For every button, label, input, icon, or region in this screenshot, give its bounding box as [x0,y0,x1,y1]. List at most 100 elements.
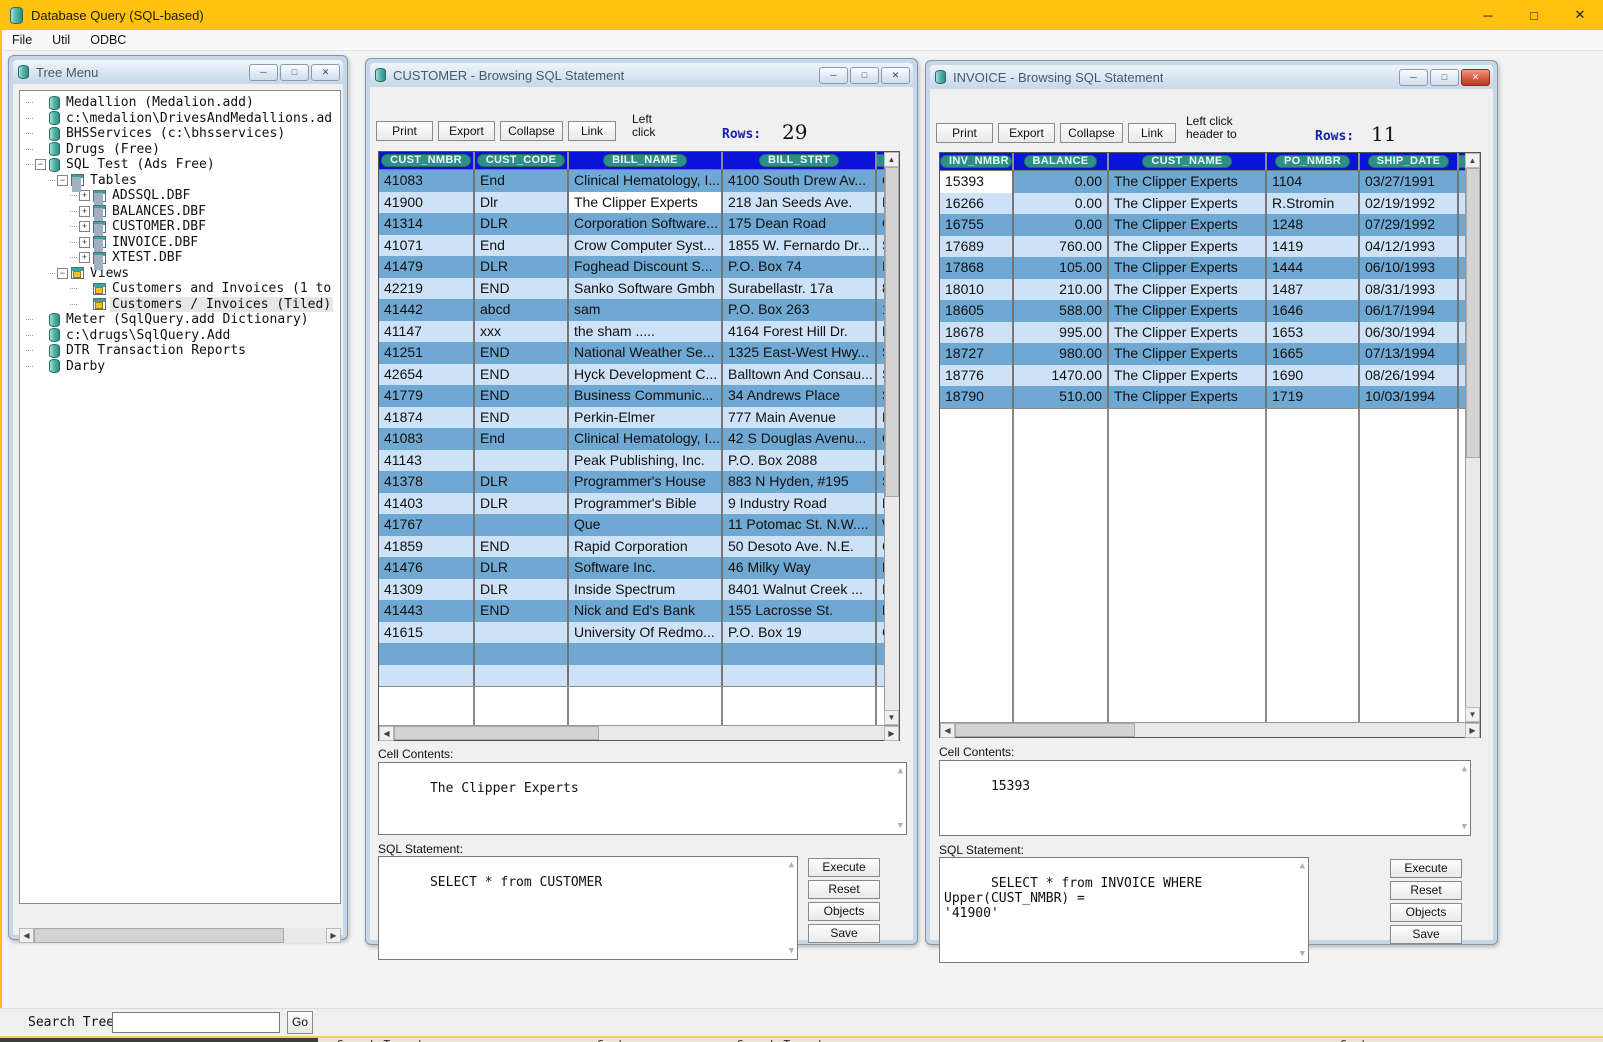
plus-expander-icon[interactable]: + [79,252,90,263]
scroll-left-icon[interactable]: ◀ [940,723,955,738]
execute-button[interactable]: Execute [1390,859,1462,878]
reset-button[interactable]: Reset [1390,881,1462,900]
table-cell[interactable]: Dlr [475,192,569,214]
table-cell[interactable]: 16266 [940,193,1014,215]
scroll-down-icon[interactable]: ▼ [884,710,899,725]
table-row[interactable]: 41251ENDNational Weather Se...1325 East-… [379,342,884,364]
table-row[interactable]: 18605588.00The Clipper Experts164606/17/… [940,300,1465,322]
tree-item[interactable]: Customers and Invoices (1 to [20,281,340,297]
table-cell[interactable]: 41442 [379,299,475,321]
table-cell[interactable]: National Weather Se... [569,342,723,364]
table-cell[interactable]: P.O. Box 2088 [723,450,877,472]
table-cell[interactable]: 1419 [1267,236,1360,258]
table-cell[interactable]: 07/29/1992 [1360,214,1459,236]
table-cell[interactable]: Programmer's House [569,471,723,493]
table-row[interactable]: 41143Peak Publishing, Inc.P.O. Box 2088K [379,450,884,472]
table-cell[interactable]: 17868 [940,257,1014,279]
table-cell[interactable]: END [475,385,569,407]
vertical-scrollbar[interactable]: ▲ ▼ [884,152,899,725]
table-cell[interactable]: The Clipper Experts [1109,279,1267,301]
tree-item[interactable]: +BALANCES.DBF [20,204,340,220]
scroll-right-icon[interactable]: ▶ [1465,723,1480,738]
search-input[interactable] [112,1012,280,1033]
table-cell[interactable]: DLR [475,493,569,515]
column-header-po_nmbr[interactable]: PO_NMBR [1267,153,1360,170]
table-cell[interactable]: 8401 Walnut Creek ... [723,579,877,601]
table-cell[interactable]: 03/27/1991 [1360,171,1459,193]
tree-item[interactable]: Customers / Invoices (Tiled) [20,297,340,313]
table-cell[interactable]: N [877,407,884,429]
column-header-partial[interactable] [877,152,884,169]
tree-item[interactable]: −Views [20,266,340,282]
table-cell[interactable]: 41900 [379,192,475,214]
table-cell[interactable]: Programmer's Bible [569,493,723,515]
table-cell[interactable]: Foghead Discount S... [569,256,723,278]
table-cell[interactable]: 06/10/1993 [1360,257,1459,279]
table-cell[interactable]: Hyck Development C... [569,364,723,386]
table-row[interactable]: 18010210.00The Clipper Experts148708/31/… [940,279,1465,301]
table-cell[interactable]: 777 Main Avenue [723,407,877,429]
table-cell[interactable]: 41083 [379,428,475,450]
link-button[interactable]: Link [1128,123,1176,143]
table-cell[interactable]: 06/17/1994 [1360,300,1459,322]
table-cell[interactable]: Crow Computer Syst... [569,235,723,257]
table-cell[interactable]: C [877,622,884,644]
table-cell[interactable]: Clinical Hematology, I... [569,428,723,450]
table-cell[interactable]: 1 [877,299,884,321]
table-cell[interactable]: S [877,364,884,386]
table-cell[interactable]: 210.00 [1014,279,1109,301]
tree-item[interactable]: Darby [20,359,340,375]
table-cell[interactable]: the sham ..... [569,321,723,343]
table-row[interactable]: 41083EndClinical Hematology, I...4100 So… [379,170,884,192]
table-cell[interactable]: 9 Industry Road [723,493,877,515]
table-cell[interactable]: End [475,170,569,192]
table-cell[interactable]: 1470.00 [1014,365,1109,387]
column-header-cust_name[interactable]: CUST_NAME [1109,153,1267,170]
tree-item[interactable]: +INVOICE.DBF [20,235,340,251]
table-row[interactable]: 41083EndClinical Hematology, I...42 S Do… [379,428,884,450]
export-button[interactable]: Export [998,123,1055,143]
table-cell[interactable]: xxx [475,321,569,343]
cell-contents-box[interactable]: The Clipper Experts ▲ ▼ [378,762,907,835]
table-cell[interactable]: DLR [475,213,569,235]
table-row[interactable]: 167550.00The Clipper Experts124807/29/19… [940,214,1465,236]
table-cell[interactable]: Clinical Hematology, I... [569,170,723,192]
tree-item[interactable]: +ADSSQL.DBF [20,188,340,204]
table-cell[interactable]: 15393 [940,171,1014,193]
table-row[interactable]: 41859ENDRapid Corporation50 Desoto Ave. … [379,536,884,558]
table-cell[interactable]: 510.00 [1014,386,1109,408]
table-row[interactable]: 17689760.00The Clipper Experts141904/12/… [940,236,1465,258]
scroll-down-icon[interactable]: ▼ [898,821,903,831]
table-cell[interactable]: Balltown And Consau... [723,364,877,386]
table-cell[interactable]: 41251 [379,342,475,364]
table-cell[interactable]: 41378 [379,471,475,493]
table-row[interactable]: 41378DLRProgrammer's House883 N Hyden, #… [379,471,884,493]
table-cell[interactable]: DLR [475,256,569,278]
table-row[interactable]: 18727980.00The Clipper Experts166507/13/… [940,343,1465,365]
table-row[interactable]: 42654ENDHyck Development C...Balltown An… [379,364,884,386]
column-header-ship_date[interactable]: SHIP_DATE [1360,153,1459,170]
table-cell[interactable]: END [475,364,569,386]
table-cell[interactable]: 1487 [1267,279,1360,301]
table-cell[interactable]: Surabellastr. 17a [723,278,877,300]
table-cell[interactable]: E [877,600,884,622]
table-cell[interactable]: 0.00 [1014,171,1109,193]
sql-statement-box[interactable]: SELECT * from CUSTOMER ▲ ▼ [378,856,798,960]
vertical-scrollbar[interactable]: ▲ ▼ [1465,153,1480,722]
tree-item[interactable]: +CUSTOMER.DBF [20,219,340,235]
invoice-window-titlebar[interactable]: INVOICE - Browsing SQL Statement ─ □ ✕ [930,65,1493,89]
table-cell[interactable]: 41779 [379,385,475,407]
table-cell[interactable]: 155 Lacrosse St. [723,600,877,622]
scroll-right-icon[interactable]: ▶ [884,726,899,741]
scroll-up-icon[interactable]: ▲ [898,766,903,776]
table-cell[interactable]: S [877,385,884,407]
column-header-cust_nmbr[interactable]: CUST_NMBR [379,152,475,169]
table-cell[interactable]: 41071 [379,235,475,257]
table-cell[interactable]: The Clipper Experts [1109,257,1267,279]
print-button[interactable]: Print [376,121,433,141]
table-cell[interactable]: Corporation Software... [569,213,723,235]
scroll-down-icon[interactable]: ▼ [1300,949,1305,959]
table-cell[interactable]: 06/30/1994 [1360,322,1459,344]
plus-expander-icon[interactable]: + [79,237,90,248]
table-cell[interactable]: 18678 [940,322,1014,344]
